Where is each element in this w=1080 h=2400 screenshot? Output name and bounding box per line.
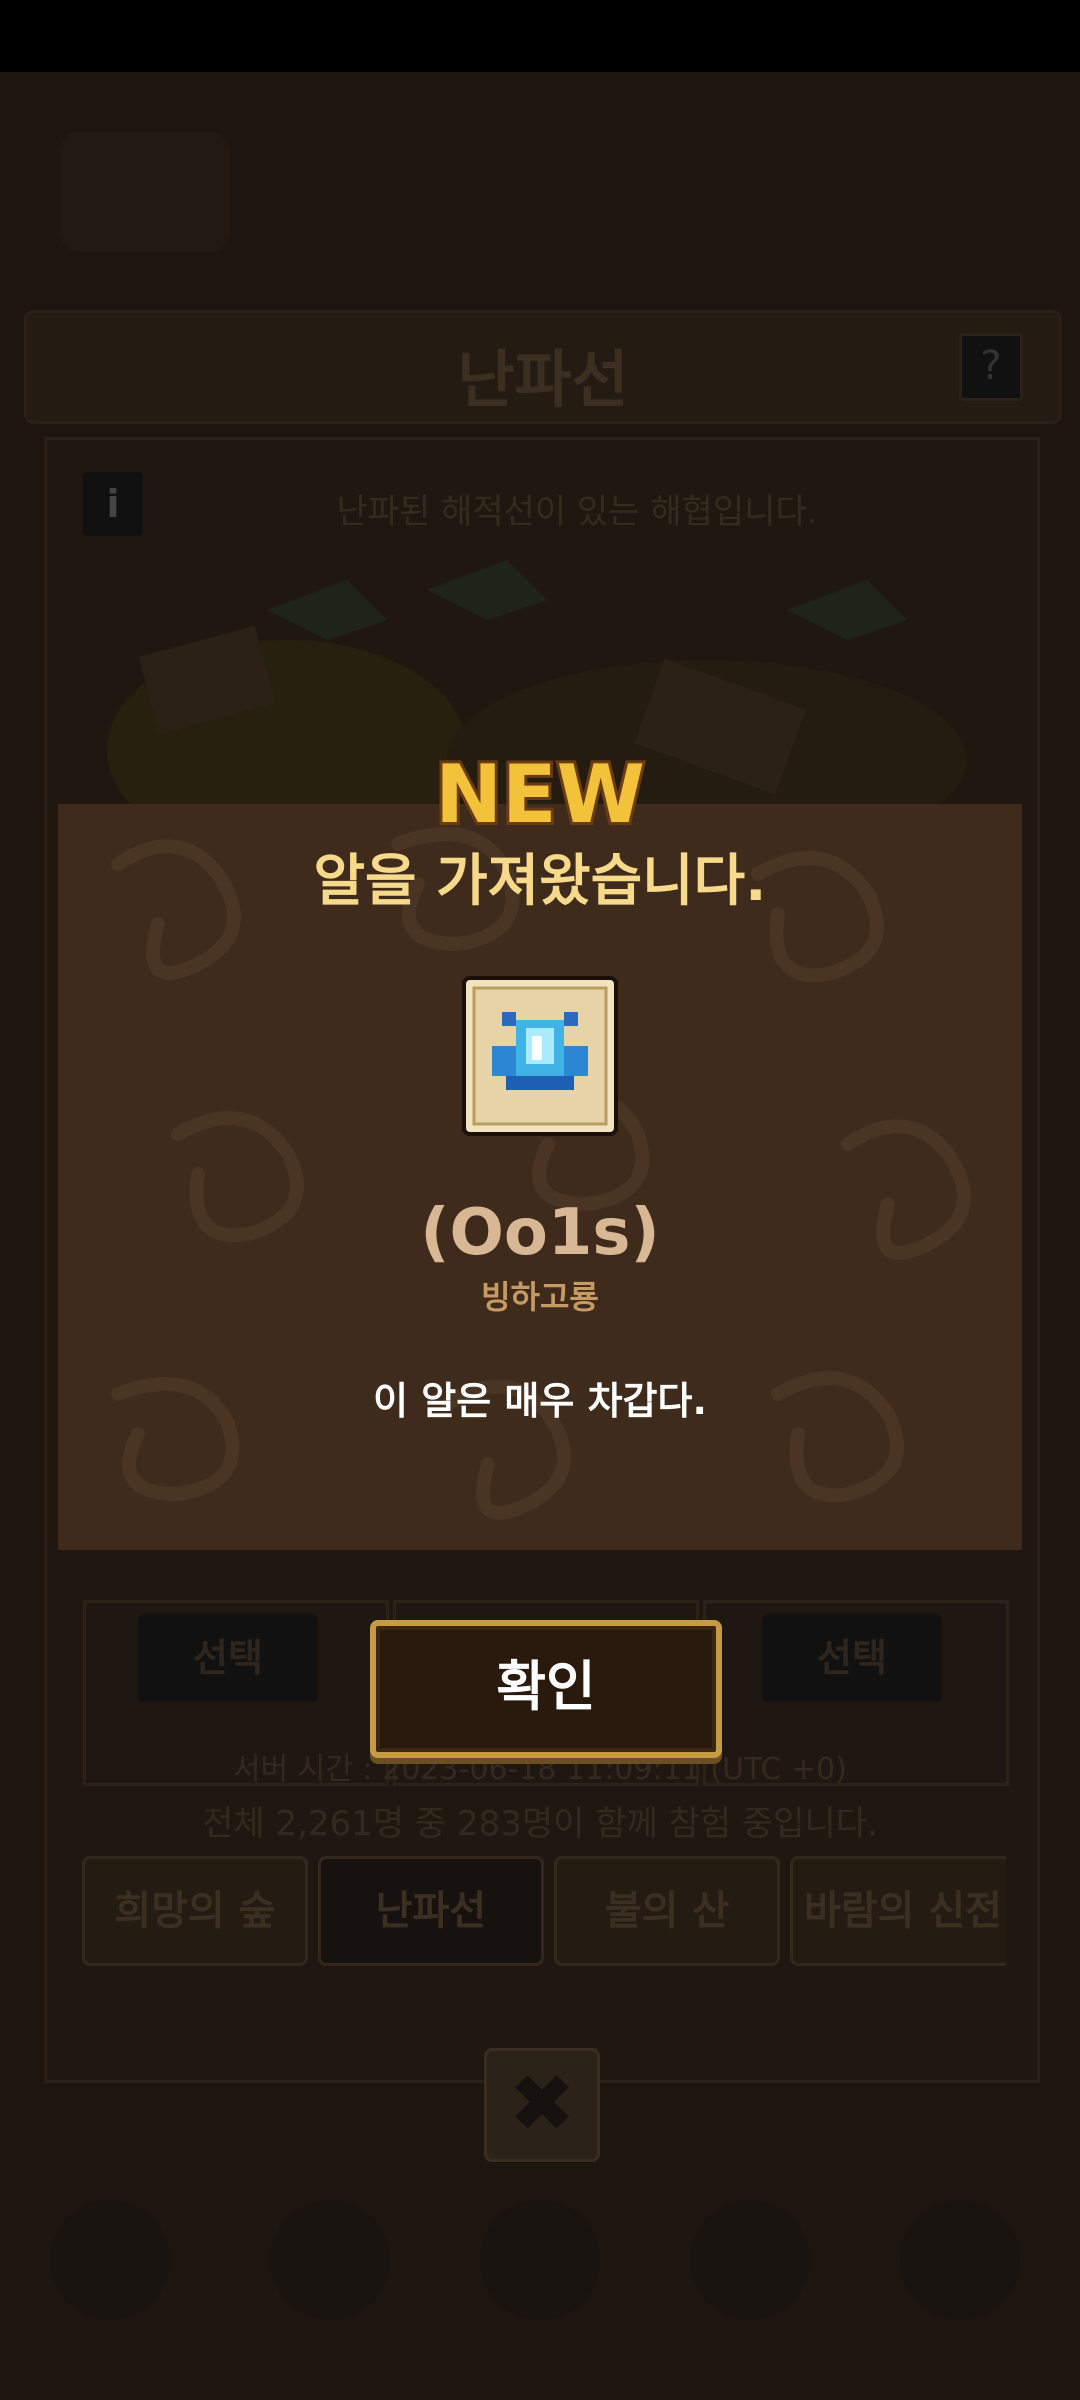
info-button[interactable]: i (83, 472, 143, 536)
map-description: 난파된 해적선이 있는 해협입니다. (336, 492, 818, 532)
area-tabs: 희망의 숲 난파선 불의 산 바람의 신전 (82, 1856, 1006, 1966)
item-name: (Oo1s) (420, 1196, 660, 1270)
tab-hope-forest[interactable]: 희망의 숲 (82, 1856, 308, 1966)
tab-wind-temple[interactable]: 바람의 신전 (790, 1856, 1006, 1966)
new-badge: NEW (432, 745, 648, 840)
svg-text:NEW: NEW (435, 748, 645, 840)
ice-dragon-egg-icon (462, 976, 618, 1136)
slot-select-button-1[interactable]: 선택 (138, 1614, 318, 1702)
tab-shipwreck[interactable]: 난파선 (318, 1856, 544, 1966)
page-title: 난파선 (457, 343, 629, 416)
dialog-title: 알을 가져왔습니다. (313, 849, 767, 914)
tab-fire-mountain[interactable]: 불의 산 (554, 1856, 780, 1966)
player-count: 전체 2,261명 중 283명이 함께 참험 중입니다. (202, 1804, 878, 1844)
menu-icon-2[interactable] (270, 2200, 390, 2320)
menu-icon-5[interactable] (900, 2200, 1020, 2320)
header-panel: 난파선 ? (24, 310, 1062, 424)
close-button[interactable]: ✖ (484, 2048, 600, 2162)
menu-icon-3[interactable] (480, 2200, 600, 2320)
item-subname: 빙하고룡 (481, 1278, 599, 1316)
status-bar (0, 0, 1080, 72)
menu-icon-1[interactable] (50, 2200, 170, 2320)
profile-area (60, 132, 230, 252)
bottom-menu (0, 2160, 1080, 2400)
help-button[interactable]: ? (959, 333, 1023, 401)
item-description: 이 알은 매우 차갑다. (373, 1379, 707, 1423)
confirm-button[interactable]: 확인 (370, 1620, 722, 1758)
menu-icon-4[interactable] (690, 2200, 810, 2320)
slot-select-button-3[interactable]: 선택 (762, 1614, 942, 1702)
